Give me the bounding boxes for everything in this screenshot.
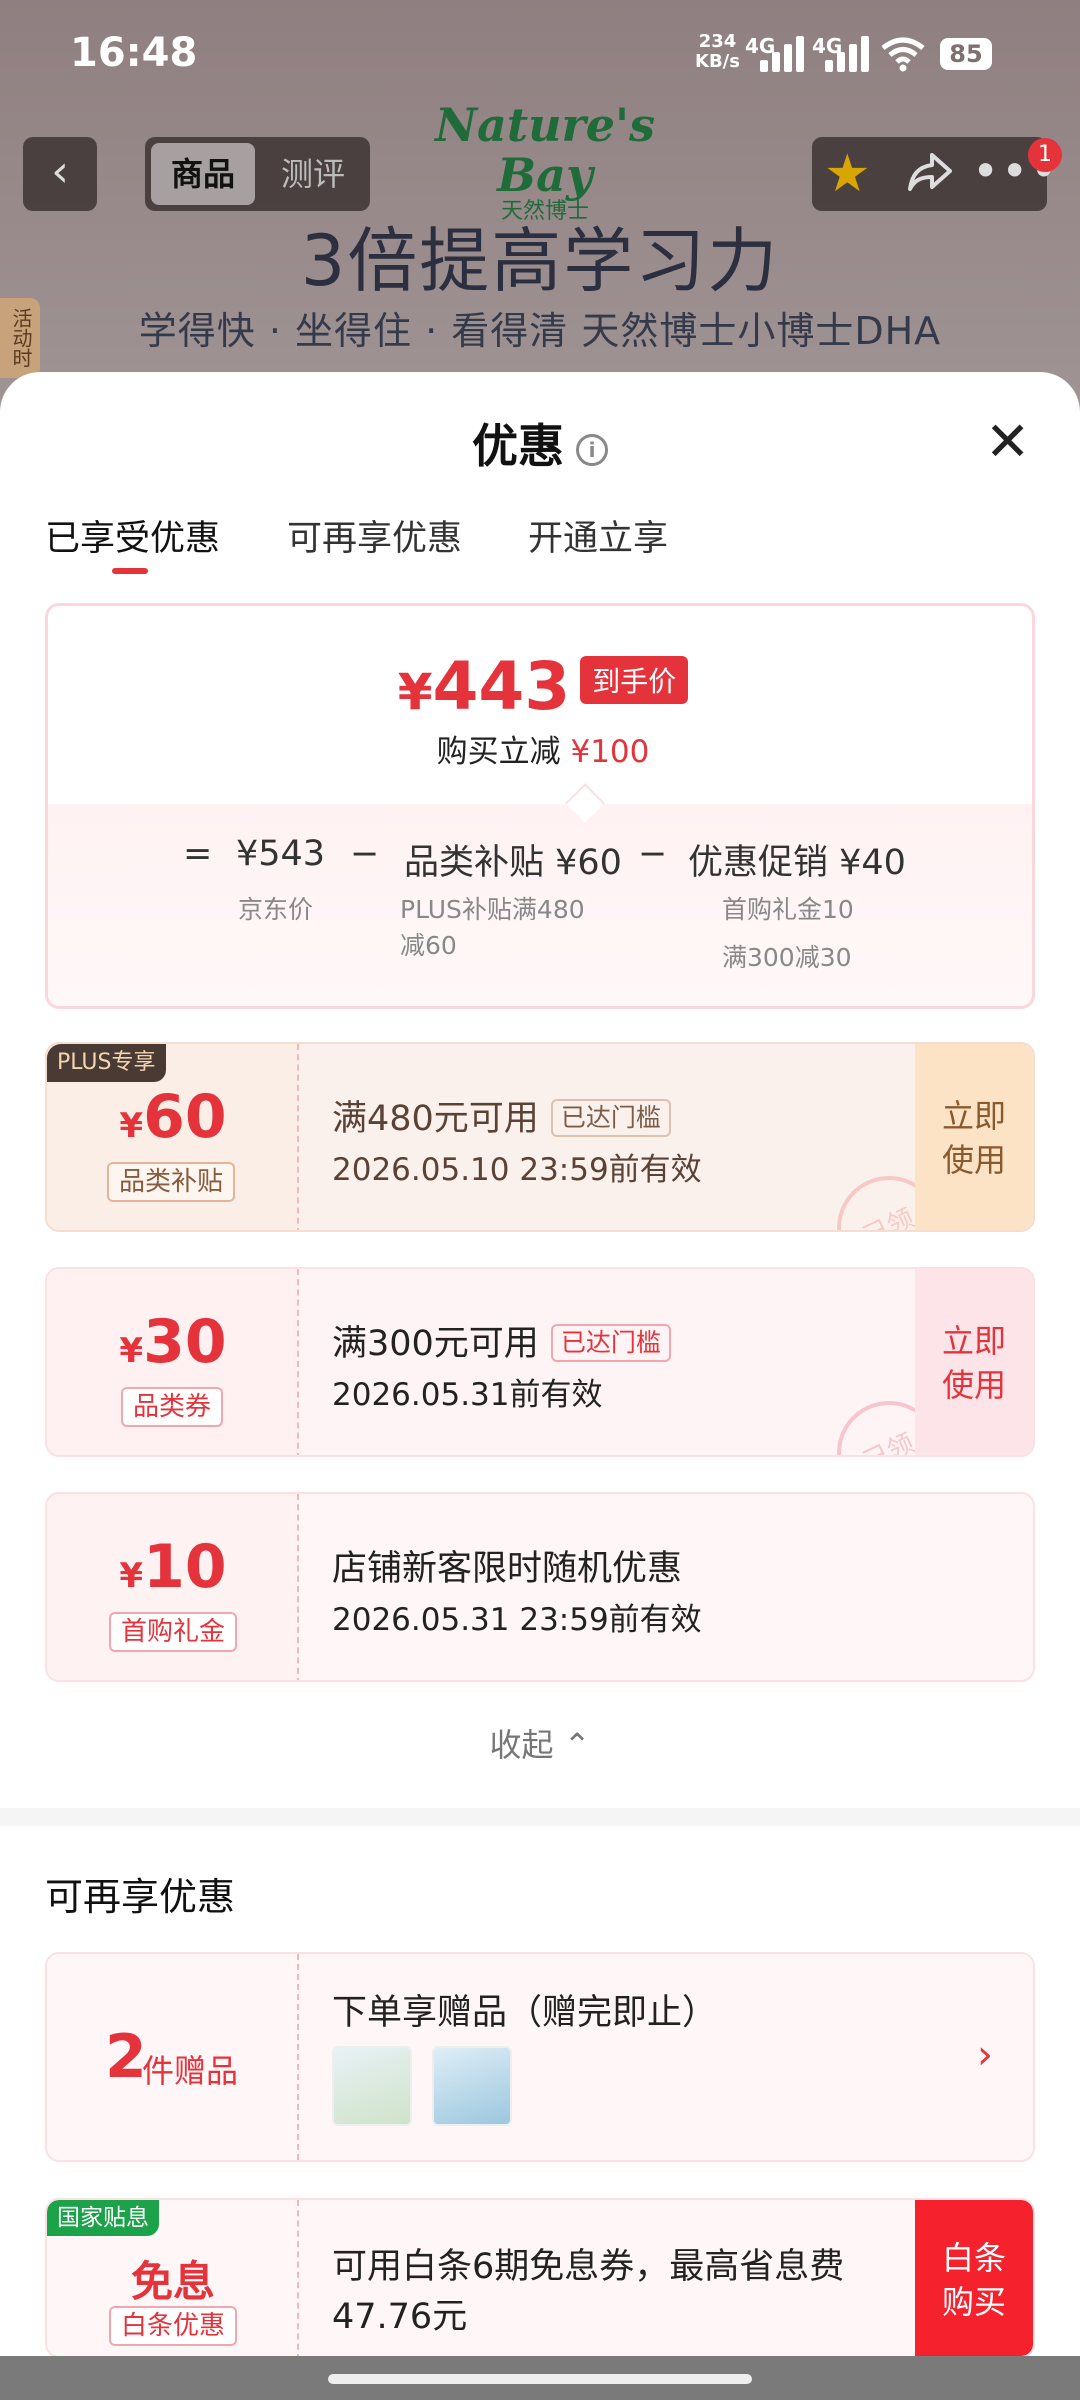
threshold-badge: 已达门槛 [550, 1099, 671, 1137]
home-gesture-bar[interactable] [328, 2374, 752, 2384]
coupon-type-label: 品类券 [121, 1387, 224, 1427]
banner-headline: 3倍提高学习力 [300, 220, 780, 302]
back-button[interactable]: ‹ [23, 137, 97, 211]
section-title: 可再享优惠 [45, 1875, 236, 1919]
sheet-title: 优惠 i [0, 410, 1080, 476]
chevron-right-icon: › [977, 2032, 993, 2078]
coupon-amount: ¥10 [119, 1532, 227, 1602]
coupon-amount: ¥60 [119, 1082, 227, 1152]
gift-thumbnail[interactable] [432, 2046, 512, 2126]
coupon-type-label: 白条优惠 [109, 2306, 238, 2346]
minus-sign: − [350, 834, 380, 874]
coupon-amount: ¥30 [119, 1307, 227, 1377]
info-icon[interactable]: i [576, 433, 608, 466]
base-price-label: 京东价 [238, 895, 314, 924]
tab-more-discounts[interactable]: 可再享优惠 [287, 510, 462, 561]
coupon-validity: 2026.05.31 23:59前有效 [332, 1602, 702, 1638]
subsidy-detail: PLUS补贴满480 减60 [400, 895, 585, 960]
final-price: ¥443 到手价 [48, 648, 1032, 725]
tab-enjoyed[interactable]: 已享受优惠 [45, 510, 220, 561]
chevron-up-icon: ⌃ [563, 1726, 591, 1764]
signal-icon [825, 36, 871, 72]
coupon-type-label: 首购礼金 [109, 1612, 238, 1652]
gift-offer-card[interactable]: 2 件赠品 下单享赠品（赠完即止） › [45, 1952, 1035, 2162]
wifi-icon [880, 36, 926, 72]
use-now-button[interactable]: 立即 使用 [915, 1044, 1033, 1230]
reduce-line: 购买立减 ¥100 [436, 734, 650, 770]
status-bar: 16:48 234 KB/s 4G 4G 85 [0, 0, 1080, 110]
signal-icon [760, 36, 806, 72]
gift-thumbnail[interactable] [332, 2046, 412, 2126]
coupon-title: 店铺新客限时随机优惠 [332, 1549, 683, 1589]
final-price-tag: 到手价 [580, 656, 689, 704]
coupon-card-first-purchase: ¥10 首购礼金 店铺新客限时随机优惠 2026.05.31 23:59前有效 [45, 1492, 1035, 1682]
coupon-title: 满480元可用 已达门槛 [332, 1090, 671, 1141]
minus-sign: − [638, 834, 668, 874]
active-tab-indicator [112, 568, 148, 574]
share-icon[interactable] [906, 147, 954, 206]
interest-free-label: 免息 [130, 2257, 215, 2306]
tab-open-enjoy[interactable]: 开通立享 [528, 510, 668, 561]
activity-side-tab[interactable]: 活动时 [0, 298, 40, 378]
gift-title: 下单享赠品（赠完即止） [332, 1993, 718, 2033]
national-subsidy-badge: 国家贴息 [47, 2200, 159, 2236]
baitiao-buy-button[interactable]: 白条 购买 [915, 2200, 1033, 2356]
baitiao-offer-card: 免息 白条优惠 国家贴息 可用白条6期免息券，最高省息费47.76元 白条 购买 [45, 2198, 1035, 2358]
favorite-star-icon[interactable]: ★ [824, 145, 871, 203]
base-price: ¥543 [236, 834, 326, 874]
gift-count: 2 [105, 2022, 147, 2092]
net-speed: 234 KB/s [695, 31, 740, 72]
gift-unit: 件赠品 [142, 2052, 239, 2090]
tab-review[interactable]: 测评 [263, 143, 363, 205]
section-divider [0, 1808, 1080, 1826]
threshold-badge: 已达门槛 [550, 1324, 671, 1362]
coupon-card-plus: ¥60 品类补贴 PLUS专享 满480元可用 已达门槛 2026.05.10 2… [45, 1042, 1035, 1232]
baitiao-text: 可用白条6期免息券，最高省息费47.76元 [332, 2247, 845, 2337]
header-actions: ★ ••• [812, 137, 1057, 211]
price-summary-card: ¥443 到手价 购买立减 ¥100 = ¥543 − 品类补贴 ¥60 − 优惠… [45, 603, 1035, 1009]
equals-sign: = [183, 834, 213, 874]
subsidy-amount: 品类补贴 ¥60 [404, 843, 622, 883]
promotion-detail: 首购礼金10 满300减30 [722, 895, 854, 972]
tab-product[interactable]: 商品 [151, 143, 255, 205]
notification-badge: 1 [1028, 138, 1062, 172]
clock: 16:48 [70, 30, 198, 76]
coupon-validity: 2026.05.10 23:59前有效 [332, 1152, 702, 1188]
banner-subline: 学得快 · 坐得住 · 看得清 天然博士小博士DHA [138, 309, 942, 353]
collapse-button[interactable]: 收起 ⌃ [0, 1720, 1080, 1766]
use-now-button[interactable]: 立即 使用 [915, 1269, 1033, 1455]
close-icon: ✕ [985, 410, 1031, 473]
coupon-validity: 2026.05.31前有效 [332, 1377, 603, 1413]
close-button[interactable]: ✕ [985, 412, 1030, 472]
coupon-card-category: ¥30 品类券 满300元可用 已达门槛 2026.05.31前有效 已领 立即使… [45, 1267, 1035, 1457]
promotion-amount: 优惠促销 ¥40 [688, 843, 906, 883]
plus-exclusive-badge: PLUS专享 [47, 1044, 166, 1082]
header-segment: 商品 测评 [145, 137, 370, 211]
coupon-type-label: 品类补贴 [107, 1162, 236, 1202]
chevron-left-icon: ‹ [51, 146, 69, 197]
coupon-title: 满300元可用 已达门槛 [332, 1315, 671, 1366]
battery-indicator: 85 [940, 38, 992, 70]
